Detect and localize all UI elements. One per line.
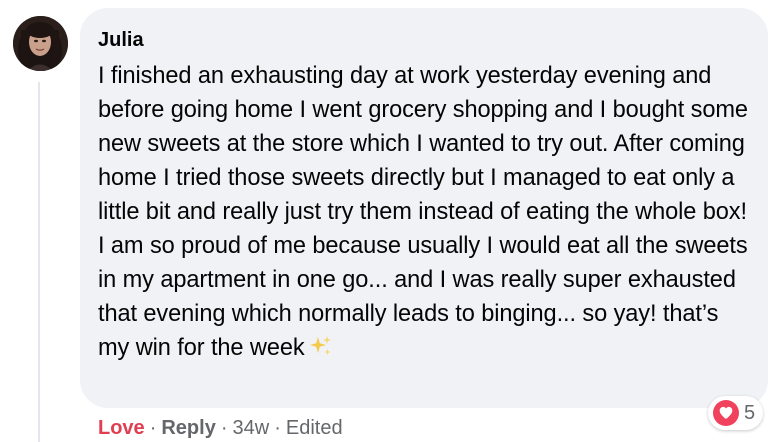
- timestamp[interactable]: 34w: [233, 417, 270, 439]
- comment-text-container: I finished an exhausting day at work yes…: [98, 59, 750, 365]
- reply-link[interactable]: Reply: [161, 417, 215, 439]
- comment: Julia I finished an exhausting day at wo…: [0, 0, 780, 442]
- edited-label[interactable]: Edited: [286, 417, 343, 439]
- reaction-badge[interactable]: 5: [708, 396, 764, 430]
- comment-actions: Love · Reply · 34w · Edited: [98, 414, 343, 442]
- heart-icon: [713, 400, 739, 426]
- comment-text: I finished an exhausting day at work yes…: [98, 63, 748, 361]
- separator: ·: [220, 417, 228, 439]
- author-name[interactable]: Julia: [98, 25, 750, 55]
- separator: ·: [274, 417, 281, 439]
- sparkles-icon: [309, 334, 333, 358]
- avatar[interactable]: [13, 16, 68, 71]
- comment-bubble: Julia I finished an exhausting day at wo…: [80, 8, 768, 408]
- avatar-photo: [13, 16, 68, 71]
- separator: ·: [149, 417, 157, 439]
- reaction-count: 5: [744, 401, 756, 424]
- love-reaction-link[interactable]: Love: [98, 417, 145, 439]
- thread-line: [38, 82, 40, 442]
